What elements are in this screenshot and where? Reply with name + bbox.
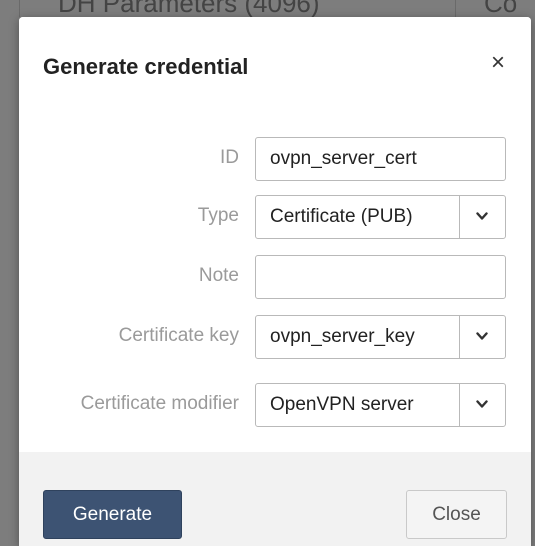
generate-button[interactable]: Generate (43, 490, 182, 539)
certificate-key-select[interactable]: ovpn_server_key (255, 315, 506, 359)
type-dropdown-button[interactable] (460, 196, 505, 238)
form-row-certificate-modifier: Certificate modifier OpenVPN server (19, 383, 531, 427)
close-button[interactable]: Close (406, 490, 507, 539)
certificate-modifier-select[interactable]: OpenVPN server (255, 383, 506, 427)
certificate-key-select-value: ovpn_server_key (270, 326, 415, 347)
close-icon[interactable]: × (486, 51, 510, 75)
type-select[interactable]: Certificate (PUB) (255, 195, 506, 239)
form-row-type: Type Certificate (PUB) (19, 195, 531, 239)
type-label: Type (197, 205, 239, 226)
note-label: Note (198, 265, 239, 286)
dialog-header: Generate credential × (19, 17, 531, 122)
note-input[interactable] (255, 255, 506, 299)
chevron-down-icon (476, 212, 488, 220)
background-divider (455, 0, 456, 17)
certificate-modifier-label: Certificate modifier (80, 393, 239, 414)
chevron-down-icon (476, 400, 488, 408)
generate-credential-dialog: Generate credential × ID Type Certificat… (19, 17, 531, 546)
certificate-key-label: Certificate key (118, 325, 239, 346)
form-row-certificate-key: Certificate key ovpn_server_key (19, 315, 531, 359)
certificate-modifier-select-value: OpenVPN server (270, 394, 414, 415)
type-select-value: Certificate (PUB) (270, 206, 413, 227)
chevron-down-icon (476, 332, 488, 340)
id-label: ID (220, 147, 239, 168)
form-row-note: Note (19, 255, 531, 299)
dialog-title: Generate credential (43, 54, 249, 79)
certificate-key-dropdown-button[interactable] (460, 316, 505, 358)
background-divider (19, 0, 20, 17)
certificate-modifier-dropdown-button[interactable] (460, 384, 505, 426)
form-row-id: ID (19, 137, 531, 181)
id-input[interactable] (255, 137, 506, 181)
dialog-footer: Generate Close (19, 452, 531, 546)
